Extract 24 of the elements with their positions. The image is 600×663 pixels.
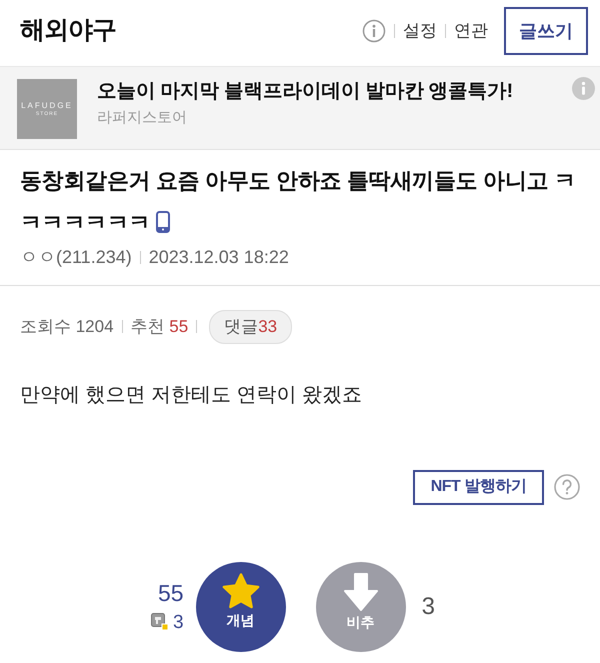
comment-count-button[interactable]: 댓글33 (209, 310, 292, 344)
fixed-upvote-count: 3 (173, 612, 184, 632)
star-icon (220, 572, 261, 610)
header-link[interactable]: 연관 (454, 18, 488, 44)
post-author[interactable]: ㅇㅇ(211.234) (20, 244, 132, 271)
post-body: 만약에 했으면 저한테도 연락이 왔겠죠 (20, 382, 362, 408)
upvote-count: 55 (158, 582, 184, 604)
info-icon[interactable] (362, 19, 386, 43)
write-button[interactable]: 글쓰기 (504, 7, 588, 55)
logo-text: LAFUDGE (21, 102, 73, 110)
ad-info-icon[interactable] (572, 77, 595, 100)
downvote-count: 3 (422, 592, 435, 622)
upvote-button[interactable]: 개념 (196, 562, 286, 652)
recommend-count: 추천 55 (130, 316, 188, 338)
help-icon[interactable] (554, 474, 580, 500)
board-title: 해외야구 (20, 15, 116, 46)
header-link[interactable]: 설정 (403, 18, 437, 44)
nft-button[interactable]: NFT 발행하기 (413, 470, 544, 504)
view-count: 조회수 1204 (20, 316, 114, 338)
tile-icon (151, 613, 170, 631)
ad-advertiser: 라퍼지스토어 (97, 108, 188, 128)
post-date: 2023.12.03 18:22 (148, 246, 289, 269)
post-title: 동창회같은거 요즘 아무도 안하죠 틀딱새끼들도 아니고 ㅋㅋㅋㅋㅋㅋㅋ (20, 168, 576, 235)
ad-title[interactable]: 오늘이 마지막 블랙프라이데이 발마칸 앵콜특가! (97, 79, 556, 103)
